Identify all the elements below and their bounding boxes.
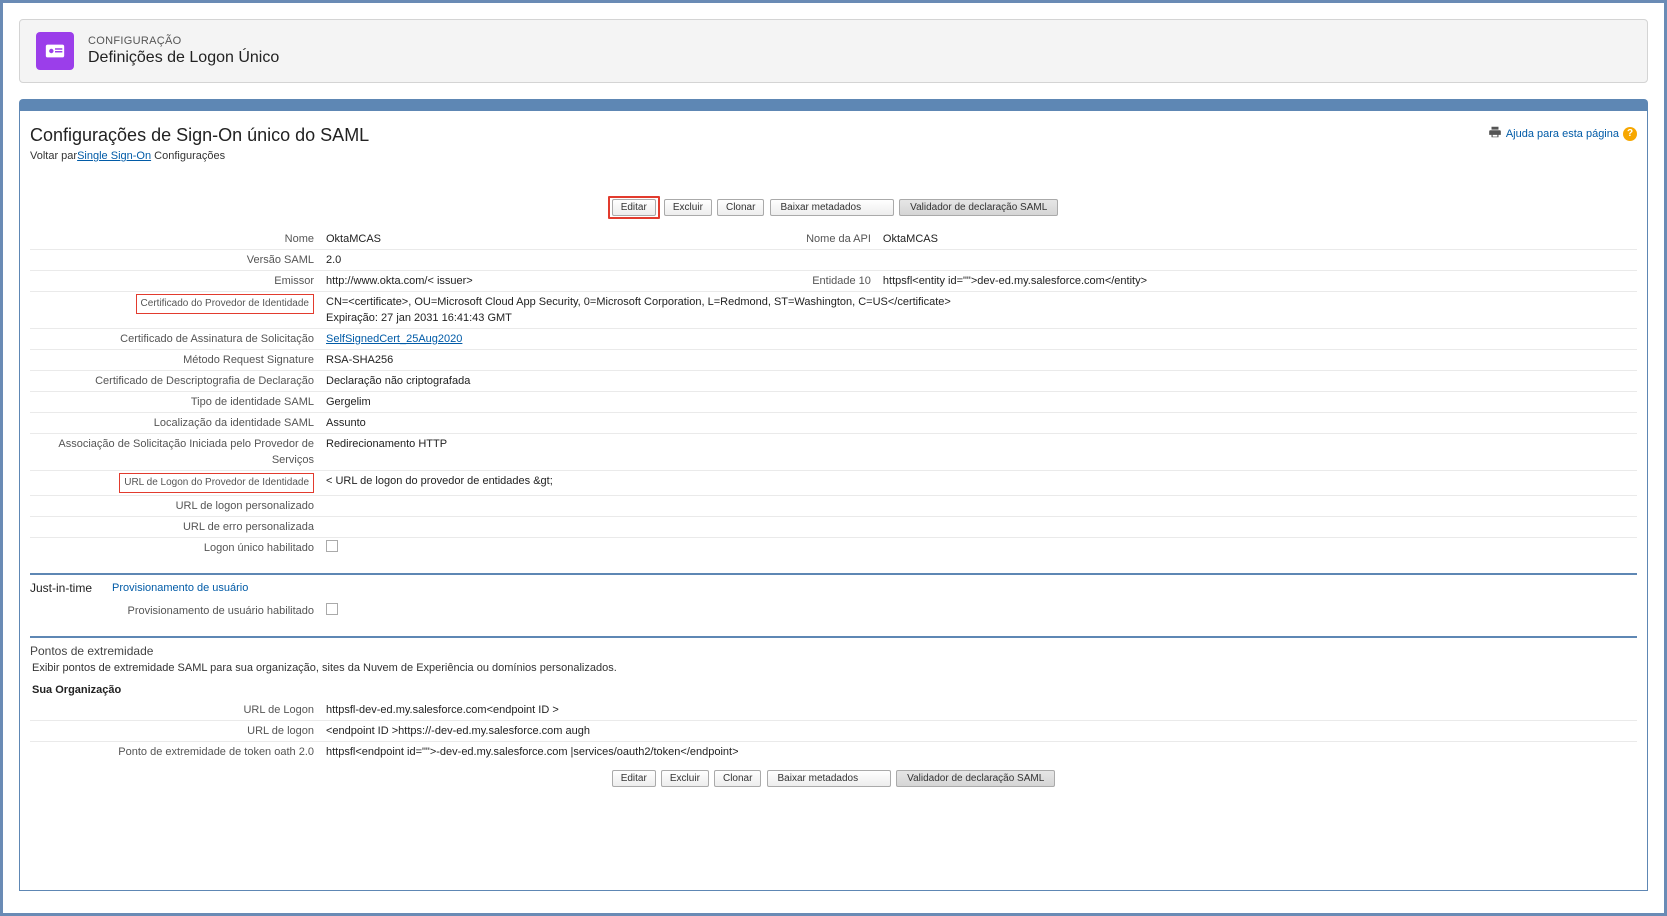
value-assertion-decrypt: Declaração não criptografada (320, 371, 1637, 392)
label-oauth-endpoint: Ponto de extremidade de token oath 2.0 (30, 742, 320, 763)
bottom-button-row: Editar Excluir Clonar Baixar metadados V… (30, 770, 1637, 787)
top-button-row: Editar Excluir Clonar Baixar metadados V… (30, 196, 1637, 219)
endpoints-title: Pontos de extremidade (30, 644, 1637, 658)
user-prov-checkbox (326, 603, 338, 615)
edit-button-bottom[interactable]: Editar (612, 770, 656, 787)
saml-validator-button-bottom[interactable]: Validador de declaração SAML (896, 770, 1055, 787)
label-identity-type: Tipo de identidade SAML (30, 392, 320, 413)
label-sso-enabled: Logon único habilitado (30, 538, 320, 560)
section-divider (30, 573, 1637, 575)
label-name: Nome (30, 229, 320, 250)
value-identity-type: Gergelim (320, 392, 1637, 413)
label-saml-version: Versão SAML (30, 250, 320, 271)
setup-header: CONFIGURAÇÃO Definições de Logon Único (19, 19, 1648, 83)
help-icon: ? (1623, 127, 1637, 141)
jit-tab[interactable]: Just-in-time (30, 581, 92, 595)
endpoints-desc: Exibir pontos de extremidade SAML para s… (32, 662, 1637, 674)
help-link[interactable]: Ajuda para esta página ? (1488, 125, 1637, 142)
value-entity-id: httpsfl<entity id="">dev-ed.my.salesforc… (877, 271, 1637, 292)
label-api-name: Nome da API (757, 229, 877, 250)
header-title: Definições de Logon Único (88, 49, 279, 67)
delete-button[interactable]: Excluir (664, 199, 712, 216)
value-login-url: httpsfl-dev-ed.my.salesforce.com<endpoin… (320, 700, 1637, 721)
breadcrumb: Voltar parSingle Sign-On Configurações (30, 150, 369, 162)
value-idp-login-url: < URL de logon do provedor de entidades … (320, 471, 1637, 496)
header-eyebrow: CONFIGURAÇÃO (88, 35, 279, 47)
user-provisioning-tab[interactable]: Provisionamento de usuário (112, 582, 248, 594)
label-req-sig-method: Método Request Signature (30, 350, 320, 371)
value-name: OktaMCAS (320, 229, 757, 250)
value-identity-location: Assunto (320, 413, 1637, 434)
label-login-url2: URL de logon (30, 721, 320, 742)
label-login-url: URL de Logon (30, 700, 320, 721)
label-sp-binding: Associação de Solicitação Iniciada pelo … (30, 434, 320, 471)
value-saml-version: 2.0 (320, 250, 757, 271)
label-entity-id: Entidade 10 (757, 271, 877, 292)
content-top-strip (19, 99, 1648, 111)
saml-validator-button[interactable]: Validador de declaração SAML (899, 199, 1058, 216)
label-issuer: Emissor (30, 271, 320, 292)
label-custom-login-url: URL de logon personalizado (30, 496, 320, 517)
back-link[interactable]: Single Sign-On (77, 150, 151, 162)
value-custom-error-url (320, 517, 1637, 538)
sso-settings-icon (36, 32, 74, 70)
delete-button-bottom[interactable]: Excluir (661, 770, 709, 787)
download-metadata-button[interactable]: Baixar metadados (770, 199, 895, 216)
saml-detail-table: Nome OktaMCAS Nome da API OktaMCAS Versã… (30, 229, 1637, 559)
label-identity-location: Localização da identidade SAML (30, 413, 320, 434)
label-idp-cert: Certificado do Provedor de Identidade (30, 292, 320, 329)
sso-enabled-checkbox (326, 540, 338, 552)
label-assertion-decrypt: Certificado de Descriptografia de Declar… (30, 371, 320, 392)
page-title: Configurações de Sign-On único do SAML (30, 125, 369, 146)
value-sp-binding: Redirecionamento HTTP (320, 434, 1637, 471)
value-issuer: http://www.okta.com/< issuer> (320, 271, 757, 292)
section-divider-2 (30, 636, 1637, 638)
edit-button[interactable]: Editar (612, 199, 656, 216)
edit-highlight: Editar (608, 196, 660, 219)
label-req-sign-cert: Certificado de Assinatura de Solicitação (30, 329, 320, 350)
clone-button-bottom[interactable]: Clonar (714, 770, 761, 787)
download-metadata-button-bottom[interactable]: Baixar metadados (767, 770, 892, 787)
value-api-name: OktaMCAS (877, 229, 1637, 250)
value-oauth-endpoint: httpsfl<endpoint id="">-dev-ed.my.salesf… (320, 742, 1637, 763)
label-idp-login-url: URL de Logon do Provedor de Identidade (30, 471, 320, 496)
your-org-heading: Sua Organização (32, 684, 1637, 696)
print-icon (1488, 125, 1502, 142)
value-idp-cert: CN=<certificate>, OU=Microsoft Cloud App… (320, 292, 1637, 329)
value-req-sig-method: RSA-SHA256 (320, 350, 1637, 371)
label-custom-error-url: URL de erro personalizada (30, 517, 320, 538)
value-req-sign-cert[interactable]: SelfSignedCert_25Aug2020 (326, 333, 462, 345)
label-user-prov-enabled: Provisionamento de usuário habilitado (30, 601, 320, 622)
clone-button[interactable]: Clonar (717, 199, 764, 216)
value-custom-login-url (320, 496, 1637, 517)
value-login-url2: <endpoint ID >https://-dev-ed.my.salesfo… (320, 721, 1637, 742)
